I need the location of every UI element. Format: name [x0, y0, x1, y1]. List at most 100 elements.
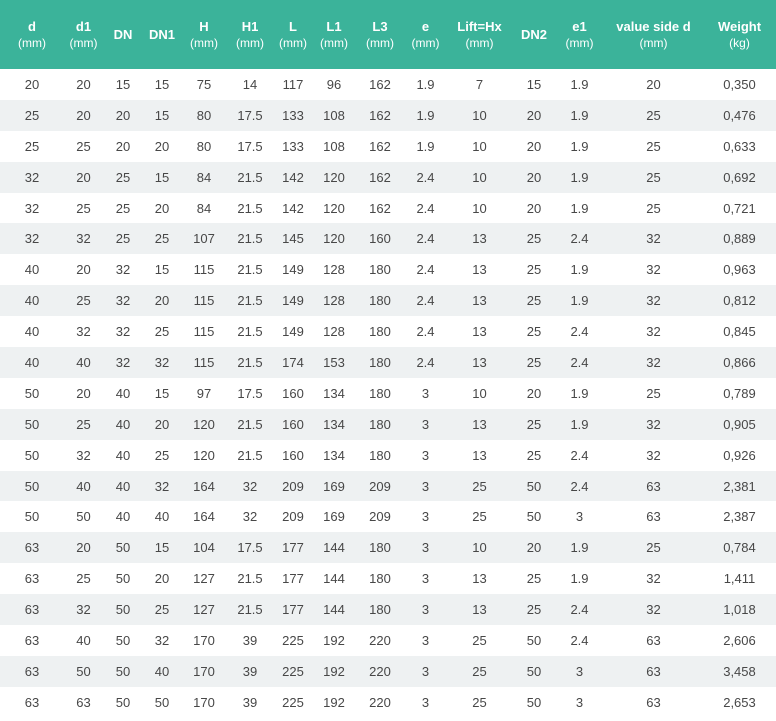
- table-cell: 1.9: [570, 169, 589, 185]
- table-cell: 10: [472, 540, 487, 556]
- table-cell: 20: [526, 138, 542, 154]
- table-cell: 3: [421, 447, 430, 463]
- table-cell: 32: [646, 354, 661, 370]
- table-cell: 0,350: [723, 76, 756, 92]
- table-cell: 25: [472, 509, 487, 525]
- table-cell: 13: [472, 354, 487, 370]
- header-unit: (mm): [279, 36, 307, 51]
- table-cell: 20: [76, 262, 91, 278]
- header-cell-l: L (mm): [273, 0, 313, 69]
- header-label: Lift=Hx: [457, 18, 502, 34]
- table-cell: 39: [242, 632, 258, 648]
- table-cell: 25: [646, 138, 661, 154]
- table-cell: 180: [369, 293, 391, 309]
- table-cell: 80: [196, 138, 212, 154]
- table-cell: 1.9: [570, 200, 589, 216]
- table-cell: 20: [526, 107, 542, 123]
- dimensions-table: d (mm) d1 (mm) DN DN1 H (mm) H1 (mm) L (mm) L…: [0, 0, 776, 718]
- table-cell: 225: [282, 694, 304, 710]
- table-cell: 1.9: [570, 540, 589, 556]
- table-cell: 0,633: [723, 138, 756, 154]
- table-cell: 0,866: [723, 354, 756, 370]
- table-cell: 134: [323, 385, 345, 401]
- table-cell: 162: [369, 200, 391, 216]
- table-cell: 40: [24, 354, 40, 370]
- table-cell: 21.5: [237, 293, 263, 309]
- table-cell: 2.4: [570, 447, 589, 463]
- table-cell: 21.5: [237, 571, 263, 587]
- table-cell: 25: [115, 169, 131, 185]
- table-cell: 15: [154, 76, 170, 92]
- table-cell: 2.4: [416, 200, 435, 216]
- table-cell: 128: [323, 293, 345, 309]
- table-cell: 1.9: [570, 416, 589, 432]
- table-cell: 2,381: [723, 478, 756, 494]
- header-unit: (mm): [366, 36, 394, 51]
- table-cell: 2.4: [570, 478, 589, 494]
- table-cell: 3: [575, 694, 584, 710]
- table-cell: 160: [282, 385, 304, 401]
- header-label: DN2: [520, 26, 547, 42]
- table-cell: 32: [24, 231, 40, 247]
- table-cell: 25: [76, 416, 91, 432]
- table-cell: 220: [369, 632, 391, 648]
- header-label: e: [421, 18, 430, 34]
- table-cell: 21.5: [237, 231, 263, 247]
- table-cell: 32: [115, 293, 131, 309]
- table-cell: 84: [196, 169, 212, 185]
- table-cell: 25: [24, 107, 40, 123]
- table-cell: 50: [526, 478, 542, 494]
- table-cell: 2.4: [570, 324, 589, 340]
- header-cell-dn2: DN2: [513, 0, 555, 69]
- table-cell: 164: [193, 509, 215, 525]
- table-cell: 169: [323, 478, 345, 494]
- table-cell: 20: [76, 76, 91, 92]
- header-cell-d1: d1 (mm): [64, 0, 103, 69]
- table-cell: 0,963: [723, 262, 756, 278]
- table-cell: 50: [526, 632, 542, 648]
- table-cell: 144: [323, 602, 345, 618]
- table-row: 50 40 40 32 164 32 209 169 209 3 25 50 2.4 63 2,381: [0, 470, 776, 502]
- table-cell: 40: [154, 509, 170, 525]
- header-unit: (mm): [465, 36, 494, 51]
- table-cell: 17.5: [237, 385, 263, 401]
- table-cell: 115: [193, 262, 215, 278]
- table-cell: 133: [282, 107, 304, 123]
- table-cell: 3: [421, 663, 430, 679]
- table-cell: 2.4: [570, 354, 589, 370]
- header-cell-h1: H1 (mm): [227, 0, 273, 69]
- table-cell: 50: [24, 385, 40, 401]
- table-cell: 3: [575, 663, 584, 679]
- table-cell: 25: [115, 200, 131, 216]
- header-unit: (mm): [639, 36, 668, 51]
- table-cell: 209: [369, 509, 391, 525]
- table-cell: 108: [323, 138, 345, 154]
- table-cell: 25: [76, 571, 91, 587]
- table-cell: 108: [323, 107, 345, 123]
- table-cell: 2.4: [570, 632, 589, 648]
- table-cell: 0,905: [723, 416, 756, 432]
- header-cell-h: H (mm): [181, 0, 227, 69]
- table-cell: 25: [154, 602, 170, 618]
- header-unit: (mm): [18, 36, 46, 51]
- table-cell: 20: [526, 200, 542, 216]
- table-cell: 209: [282, 509, 304, 525]
- table-cell: 0,476: [723, 107, 756, 123]
- table-cell: 32: [115, 354, 131, 370]
- table-cell: 50: [115, 632, 131, 648]
- table-cell: 3: [421, 416, 430, 432]
- table-cell: 40: [115, 478, 131, 494]
- table-row: 25 20 20 15 80 17.5 133 108 162 1.9 10 20 1.9 25 0,476: [0, 99, 776, 131]
- table-cell: 50: [24, 416, 40, 432]
- table-cell: 97: [196, 385, 212, 401]
- table-cell: 50: [115, 540, 131, 556]
- table-cell: 75: [196, 76, 212, 92]
- table-cell: 25: [76, 200, 91, 216]
- header-label: value side d: [616, 18, 691, 34]
- table-cell: 63: [646, 632, 661, 648]
- table-cell: 1,018: [723, 602, 756, 618]
- table-cell: 40: [154, 663, 170, 679]
- table-cell: 144: [323, 571, 345, 587]
- table-cell: 142: [282, 200, 304, 216]
- table-cell: 10: [472, 138, 487, 154]
